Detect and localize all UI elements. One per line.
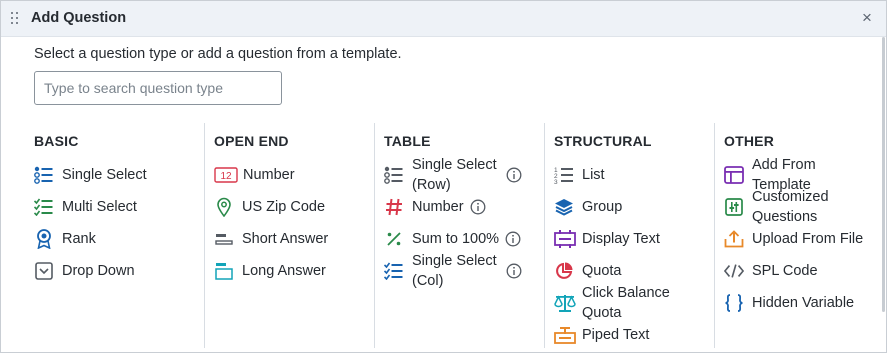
- hash-icon: [384, 197, 404, 217]
- option-label: Number: [243, 167, 295, 183]
- template-icon: [724, 165, 744, 185]
- quota-option[interactable]: Quota: [554, 256, 622, 286]
- pie-chart-icon: [554, 261, 574, 281]
- customized-icon: [724, 197, 744, 217]
- number-icon-text: 12: [220, 171, 232, 182]
- drag-handle-icon[interactable]: [11, 12, 19, 26]
- option-label: Click Balance Quota: [582, 285, 670, 321]
- column-basic: BASIC Single Select Multi Select Rank Dr…: [34, 123, 199, 348]
- svg-text:3: 3: [554, 179, 558, 184]
- display-text-option[interactable]: Display Text: [554, 224, 660, 254]
- short-answer-option[interactable]: Short Answer: [214, 224, 328, 254]
- display-text-icon: [554, 229, 576, 249]
- customized-questions-option[interactable]: Customized Questions: [724, 187, 852, 227]
- info-icon[interactable]: [505, 231, 521, 247]
- column-heading: TABLE: [384, 133, 431, 149]
- table-single-select-row-option[interactable]: Single Select (Row): [384, 155, 522, 195]
- option-label: Group: [582, 199, 623, 215]
- number-option[interactable]: 12 Number: [214, 160, 295, 190]
- piped-text-icon: [554, 325, 576, 345]
- option-label: Multi Select: [62, 199, 137, 215]
- location-pin-icon: [214, 197, 234, 217]
- column-structural: STRUCTURAL 123 List Group Display Text Q…: [544, 123, 713, 348]
- piped-text-option[interactable]: Piped Text: [554, 320, 649, 350]
- option-label: Customized Questions: [752, 189, 829, 225]
- close-icon[interactable]: ×: [857, 7, 877, 29]
- option-label: Number: [412, 199, 464, 215]
- option-label: Single Select: [62, 167, 147, 183]
- option-label: List: [582, 167, 605, 183]
- option-label: Quota: [582, 263, 622, 279]
- info-icon[interactable]: [506, 263, 522, 279]
- single-select-option[interactable]: Single Select: [34, 160, 147, 190]
- balance-scale-icon: [554, 293, 576, 313]
- info-icon[interactable]: [506, 167, 522, 183]
- option-label: Rank: [62, 231, 96, 247]
- column-heading: OPEN END: [214, 133, 289, 149]
- table-number-option[interactable]: Number: [384, 192, 486, 222]
- numbered-list-icon: 123: [554, 165, 574, 185]
- upload-icon: [724, 229, 744, 249]
- drop-down-option[interactable]: Drop Down: [34, 256, 135, 286]
- code-icon: [724, 261, 744, 281]
- dialog-title: Add Question: [31, 10, 127, 26]
- column-heading: STRUCTURAL: [554, 133, 652, 149]
- multi-select-option[interactable]: Multi Select: [34, 192, 137, 222]
- option-label: US Zip Code: [242, 199, 326, 215]
- click-balance-quota-option[interactable]: Click Balance Quota: [554, 283, 682, 323]
- scrollbar[interactable]: [882, 37, 885, 312]
- column-table: TABLE Single Select (Row) Number Sum to …: [374, 123, 543, 348]
- percent-icon: [384, 229, 404, 249]
- rank-option[interactable]: Rank: [34, 224, 96, 254]
- table-single-select-col-option[interactable]: Single Select (Col): [384, 251, 522, 291]
- multi-select-icon: [34, 197, 54, 217]
- option-label: Single Select (Row): [412, 157, 497, 193]
- info-icon[interactable]: [470, 199, 486, 215]
- long-answer-icon: [214, 261, 234, 281]
- table-single-select-icon: [384, 165, 404, 185]
- dialog-header[interactable]: Add Question ×: [1, 1, 886, 37]
- single-select-icon: [34, 165, 54, 185]
- braces-icon: [724, 293, 744, 313]
- option-label: Long Answer: [242, 263, 326, 279]
- long-answer-option[interactable]: Long Answer: [214, 256, 326, 286]
- dropdown-icon: [34, 261, 54, 281]
- sum-to-100-option[interactable]: Sum to 100%: [384, 224, 521, 254]
- table-multi-select-icon: [384, 261, 404, 281]
- group-option[interactable]: Group: [554, 192, 622, 222]
- us-zip-code-option[interactable]: US Zip Code: [214, 192, 325, 222]
- option-label: Upload From File: [752, 231, 864, 247]
- dialog-subtitle: Select a question type or add a question…: [34, 46, 402, 62]
- option-label: Piped Text: [582, 327, 650, 343]
- spl-code-option[interactable]: SPL Code: [724, 256, 818, 286]
- layers-icon: [554, 197, 574, 217]
- option-label: Drop Down: [62, 263, 135, 279]
- column-open-end: OPEN END 12 Number US Zip Code Short Ans…: [204, 123, 373, 348]
- number-icon: 12: [214, 165, 238, 185]
- short-answer-icon: [214, 229, 234, 249]
- rank-icon: [34, 229, 54, 249]
- column-heading: OTHER: [724, 133, 774, 149]
- add-question-dialog: Add Question × Select a question type or…: [0, 0, 887, 353]
- upload-from-file-option[interactable]: Upload From File: [724, 224, 863, 254]
- option-label: Short Answer: [242, 231, 329, 247]
- option-label: Hidden Variable: [752, 295, 855, 311]
- column-heading: BASIC: [34, 133, 79, 149]
- option-label: Single Select (Col): [412, 253, 497, 289]
- option-label: Display Text: [582, 231, 660, 247]
- hidden-variable-option[interactable]: Hidden Variable: [724, 288, 854, 318]
- list-option[interactable]: 123 List: [554, 160, 605, 190]
- search-question-type-input[interactable]: [34, 71, 282, 105]
- column-other: OTHER Add From Template Customized Quest…: [714, 123, 880, 348]
- option-label: Sum to 100%: [412, 231, 500, 247]
- option-label: SPL Code: [752, 263, 818, 279]
